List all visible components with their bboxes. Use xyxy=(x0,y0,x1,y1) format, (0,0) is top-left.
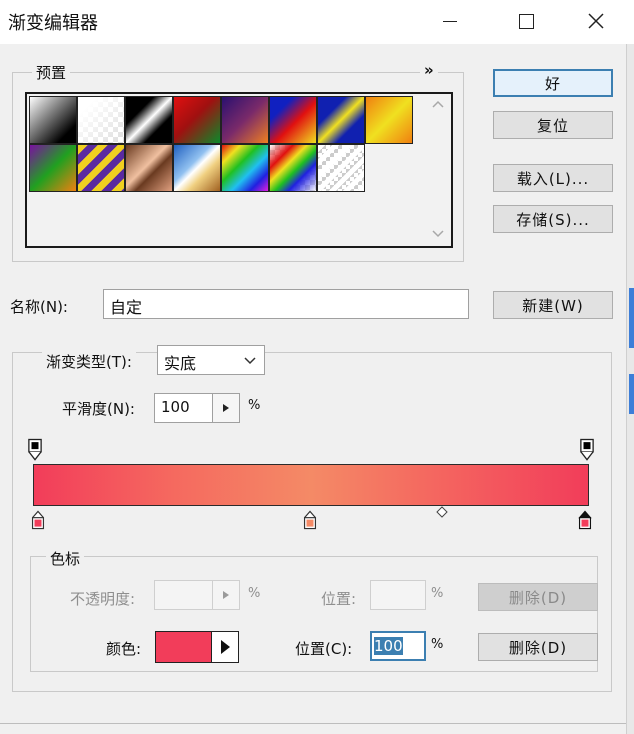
triangle-right-icon xyxy=(220,640,230,654)
location-unit: % xyxy=(431,637,444,652)
color-label: 颜色: xyxy=(106,640,142,658)
color-swatch[interactable] xyxy=(155,631,213,663)
name-input[interactable]: 自定 xyxy=(103,289,469,319)
gradient-type-select[interactable]: 实底 xyxy=(157,345,265,375)
title-bar: 渐变编辑器 xyxy=(0,0,634,44)
scroll-up-icon[interactable] xyxy=(432,100,444,108)
close-button[interactable] xyxy=(576,4,616,38)
color-menu-button[interactable] xyxy=(211,631,239,663)
smoothness-unit: % xyxy=(248,398,261,413)
preset-swatch[interactable] xyxy=(77,144,125,192)
color-stop-left[interactable] xyxy=(31,507,45,533)
color-stop-right-selected[interactable] xyxy=(578,507,592,533)
opacity-label: 不透明度: xyxy=(70,590,136,608)
triangle-right-icon xyxy=(223,404,229,412)
close-icon xyxy=(588,13,604,29)
preset-swatch[interactable] xyxy=(77,96,125,144)
maximize-icon xyxy=(518,13,534,29)
location-label: 位置(C): xyxy=(295,640,353,658)
preset-swatch[interactable] xyxy=(29,96,77,144)
opacity-location-label: 位置: xyxy=(321,590,357,608)
gradient-type-value: 实底 xyxy=(164,354,197,373)
smoothness-input[interactable]: 100 xyxy=(154,393,214,423)
preset-swatch[interactable] xyxy=(221,144,269,192)
preset-swatch[interactable] xyxy=(29,144,77,192)
new-button[interactable]: 新建(W) xyxy=(493,291,613,319)
smoothness-stepper[interactable] xyxy=(212,393,240,423)
gradient-type-label: 渐变类型(T): xyxy=(42,351,136,372)
opacity-location-input[interactable] xyxy=(370,580,426,610)
location-value-selected: 100 xyxy=(374,637,403,655)
preset-swatch[interactable] xyxy=(173,144,221,192)
minimize-button[interactable] xyxy=(430,4,470,38)
opacity-input[interactable] xyxy=(154,580,214,610)
location-input[interactable]: 100 xyxy=(370,631,426,661)
preset-swatch[interactable] xyxy=(173,96,221,144)
preset-swatch[interactable] xyxy=(221,96,269,144)
maximize-button[interactable] xyxy=(506,4,546,38)
save-button[interactable]: 存储(S)... xyxy=(493,205,613,233)
preset-swatch[interactable] xyxy=(269,144,317,192)
color-stop-middle[interactable] xyxy=(303,507,317,533)
color-midpoint-diamond[interactable] xyxy=(435,506,449,518)
preset-swatch[interactable] xyxy=(317,144,365,192)
name-label: 名称(N): xyxy=(10,298,68,316)
load-button[interactable]: 载入(L)... xyxy=(493,164,613,192)
background-window-edge xyxy=(626,44,634,734)
opacity-location-unit: % xyxy=(431,586,444,601)
presets-scrollbar[interactable] xyxy=(425,94,451,246)
preset-swatch[interactable] xyxy=(269,96,317,144)
window-title: 渐变编辑器 xyxy=(8,13,98,34)
triangle-right-icon xyxy=(223,591,229,599)
gradient-preview-bar[interactable] xyxy=(33,464,589,506)
presets-menu-icon[interactable]: » xyxy=(420,61,438,79)
smoothness-label: 平滑度(N): xyxy=(62,400,135,418)
opacity-stop-left[interactable] xyxy=(28,437,42,463)
opacity-stop-right[interactable] xyxy=(580,437,594,463)
preset-swatch[interactable] xyxy=(365,96,413,144)
minimize-icon xyxy=(443,20,457,22)
ok-button[interactable]: 好 xyxy=(493,69,613,97)
preset-swatch[interactable] xyxy=(317,96,365,144)
opacity-stepper[interactable] xyxy=(212,580,240,610)
stops-label: 色标 xyxy=(46,548,85,569)
delete-opacity-stop-button[interactable]: 删除(D) xyxy=(478,583,598,611)
opacity-unit: % xyxy=(248,586,261,601)
chevron-down-icon xyxy=(244,357,256,365)
scroll-down-icon[interactable] xyxy=(432,230,444,238)
delete-color-stop-button[interactable]: 删除(D) xyxy=(478,633,598,661)
presets-list[interactable] xyxy=(25,92,453,248)
reset-button[interactable]: 复位 xyxy=(493,111,613,139)
presets-label: 预置 xyxy=(32,62,71,83)
preset-swatch[interactable] xyxy=(125,96,173,144)
preset-swatch[interactable] xyxy=(125,144,173,192)
